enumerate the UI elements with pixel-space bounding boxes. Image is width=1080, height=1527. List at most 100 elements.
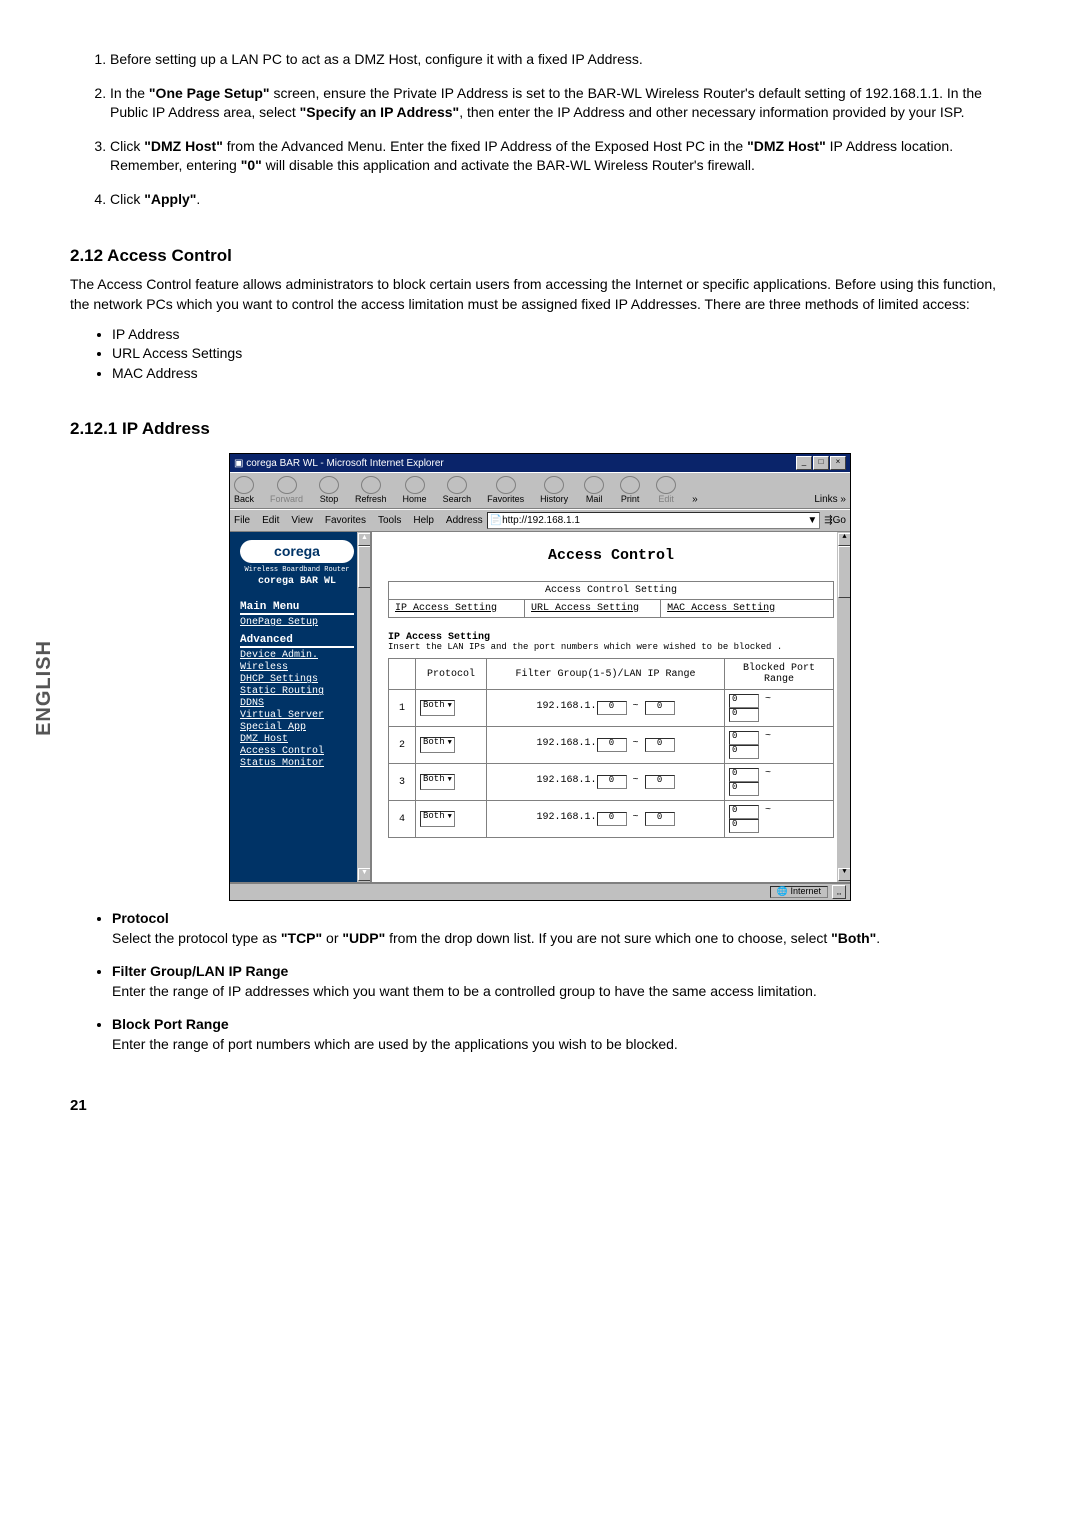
window-close-button[interactable]: × (830, 456, 846, 470)
ip-end-input[interactable]: 0 (645, 738, 675, 752)
menu-file[interactable]: File (234, 515, 250, 526)
port-start-input[interactable]: 0 (729, 805, 759, 819)
ip-start-input[interactable]: 0 (597, 775, 627, 789)
status-internet-zone: 🌐 Internet (770, 886, 828, 898)
toolbar-history[interactable]: History (540, 476, 568, 505)
menu-view[interactable]: View (291, 515, 313, 526)
forward-icon (277, 476, 297, 494)
ie-window: ▣ corega BAR WL - Microsoft Internet Exp… (229, 453, 851, 901)
search-icon (447, 476, 467, 494)
method-ip-address: IP Address (112, 325, 1010, 345)
stop-icon (319, 476, 339, 494)
desc-protocol: Protocol Select the protocol type as "TC… (112, 909, 1010, 948)
tab-mac-access[interactable]: MAC Access Setting (660, 600, 833, 617)
toolbar-favorites[interactable]: Favorites (487, 476, 524, 505)
window-minimize-button[interactable]: _ (796, 456, 812, 470)
port-end-input[interactable]: 0 (729, 819, 759, 833)
toolbar-mail[interactable]: Mail (584, 476, 604, 505)
sidebar-link-static-routing[interactable]: Static Routing (240, 686, 354, 697)
protocol-select[interactable]: Both (420, 737, 455, 753)
toolbar-search[interactable]: Search (443, 476, 472, 505)
table-row: 1Both192.168.1.0 ~ 00 ~0 (389, 690, 834, 727)
resize-grip-icon[interactable]: ⣀ (832, 885, 846, 899)
sidebar-link-wireless[interactable]: Wireless (240, 662, 354, 673)
table-row: 4Both192.168.1.0 ~ 00 ~0 (389, 801, 834, 838)
toolbar-forward[interactable]: Forward (270, 476, 303, 505)
heading-2-12: 2.12 Access Control (70, 244, 1010, 268)
ip-start-input[interactable]: 0 (597, 738, 627, 752)
port-start-input[interactable]: 0 (729, 694, 759, 708)
ip-range-cell: 192.168.1.0 ~ 0 (487, 727, 725, 764)
page-title-access-control: Access Control (388, 548, 834, 565)
main-scrollbar[interactable]: ▲ ▼ (837, 532, 850, 882)
row-number: 3 (389, 764, 416, 801)
scroll-down-icon[interactable]: ▼ (838, 868, 850, 881)
port-start-input[interactable]: 0 (729, 768, 759, 782)
col-blank (389, 659, 416, 690)
col-blocked-port: Blocked Port Range (725, 659, 834, 690)
sidebar-link-device-admin-[interactable]: Device Admin. (240, 650, 354, 661)
menu-favorites[interactable]: Favorites (325, 515, 366, 526)
go-button[interactable]: ⇶Go (824, 515, 846, 526)
sidebar-link-special-app[interactable]: Special App (240, 722, 354, 733)
sidebar-product: corega BAR WL (240, 576, 354, 587)
ip-end-input[interactable]: 0 (645, 812, 675, 826)
protocol-select[interactable]: Both (420, 774, 455, 790)
col-filter-range: Filter Group(1-5)/LAN IP Range (487, 659, 725, 690)
sidebar-advanced-head: Advanced (240, 634, 354, 648)
ip-start-input[interactable]: 0 (597, 812, 627, 826)
port-range-cell: 0 ~0 (725, 727, 834, 764)
corega-logo: corega (240, 540, 354, 563)
method-mac-address: MAC Address (112, 364, 1010, 384)
links-label[interactable]: Links » (814, 494, 846, 505)
protocol-select[interactable]: Both (420, 811, 455, 827)
instr-3: Click "DMZ Host" from the Advanced Menu.… (110, 137, 1010, 176)
toolbar-back[interactable]: Back (234, 476, 254, 505)
window-title-text: ▣ corega BAR WL - Microsoft Internet Exp… (234, 458, 796, 469)
toolbar-refresh[interactable]: Refresh (355, 476, 387, 505)
toolbar-print[interactable]: Print (620, 476, 640, 505)
window-titlebar[interactable]: ▣ corega BAR WL - Microsoft Internet Exp… (230, 454, 850, 472)
sidebar-link-dhcp-settings[interactable]: DHCP Settings (240, 674, 354, 685)
instr-1: Before setting up a LAN PC to act as a D… (110, 50, 1010, 70)
edit-icon (656, 476, 676, 494)
home-icon (405, 476, 425, 494)
address-input[interactable]: 📄 http://192.168.1.1▼ (487, 512, 821, 529)
ie-status-bar: 🌐 Internet ⣀ (230, 882, 850, 900)
toolbar-stop[interactable]: Stop (319, 476, 339, 505)
ip-end-input[interactable]: 0 (645, 775, 675, 789)
tab-url-access[interactable]: URL Access Setting (524, 600, 660, 617)
toolbar-edit[interactable]: Edit (656, 476, 676, 505)
port-end-input[interactable]: 0 (729, 745, 759, 759)
port-end-input[interactable]: 0 (729, 782, 759, 796)
toolbar-home[interactable]: Home (403, 476, 427, 505)
sidebar-link-onepage[interactable]: OnePage Setup (240, 617, 354, 628)
instr-2: In the "One Page Setup" screen, ensure t… (110, 84, 1010, 123)
address-label: Address (446, 515, 483, 526)
ip-start-input[interactable]: 0 (597, 701, 627, 715)
port-start-input[interactable]: 0 (729, 731, 759, 745)
tab-ip-access[interactable]: IP Access Setting (389, 600, 524, 617)
sidebar-link-access-control[interactable]: Access Control (240, 746, 354, 757)
window-maximize-button[interactable]: □ (813, 456, 829, 470)
ie-toolbar: Back Forward Stop Refresh Home Search Favorite… (230, 472, 850, 509)
port-end-input[interactable]: 0 (729, 708, 759, 722)
menu-help[interactable]: Help (413, 515, 434, 526)
scroll-thumb[interactable] (838, 546, 850, 598)
desc-block-port: Block Port Range Enter the range of port… (112, 1015, 1010, 1054)
protocol-select[interactable]: Both (420, 700, 455, 716)
menu-edit[interactable]: Edit (262, 515, 279, 526)
instr-4: Click "Apply". (110, 190, 1010, 210)
ip-end-input[interactable]: 0 (645, 701, 675, 715)
scroll-up-icon[interactable]: ▲ (358, 533, 371, 546)
menu-tools[interactable]: Tools (378, 515, 401, 526)
sidebar-link-dmz-host[interactable]: DMZ Host (240, 734, 354, 745)
scroll-thumb[interactable] (358, 546, 371, 588)
sidebar-link-ddns[interactable]: DDNS (240, 698, 354, 709)
sidebar-link-status-monitor[interactable]: Status Monitor (240, 758, 354, 769)
sidebar-link-virtual-server[interactable]: Virtual Server (240, 710, 354, 721)
scroll-down-icon[interactable]: ▼ (358, 868, 371, 881)
row-number: 4 (389, 801, 416, 838)
sidebar-scrollbar[interactable]: ▲ ▼ (357, 532, 370, 882)
scroll-up-icon[interactable]: ▲ (838, 533, 850, 546)
